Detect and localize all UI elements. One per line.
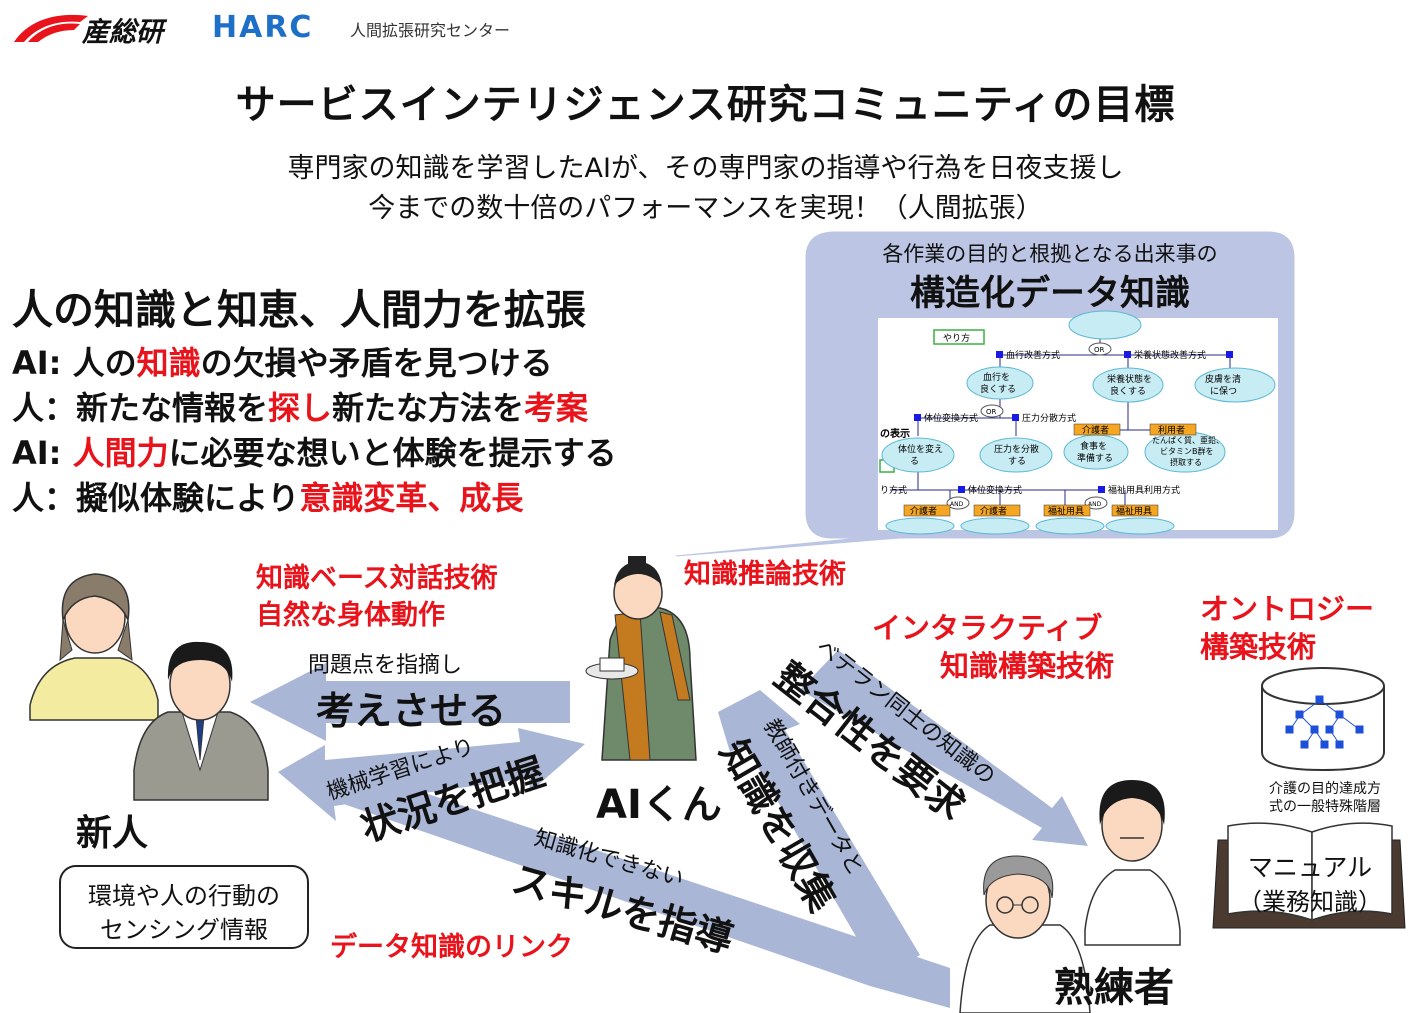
- tree-tag-welfare-2: 福祉用具: [1116, 505, 1152, 517]
- tree-tag-welfare-1: 福祉用具: [1048, 505, 1084, 517]
- tree-tag-caregiver: 介護者: [1082, 424, 1109, 436]
- knowledge-tree: やり方 血行を 良くする 栄養状態を 良くする 皮膚を清 に保つ 体位を変え る…: [878, 310, 1278, 535]
- tree-and-1: AND: [950, 501, 964, 508]
- tech-interactive-2: 知識構築技術: [940, 649, 1115, 683]
- diagram-canvas: やり方 血行を 良くする 栄養状態を 良くする 皮膚を清 に保つ 体位を変え る…: [29, 231, 1406, 1013]
- tree-tag-user: 利用者: [1158, 424, 1185, 436]
- arrow-think-small: 問題点を指摘し: [308, 653, 463, 678]
- tree-node-protein-1: たんぱく質、亜鉛、: [1152, 435, 1224, 445]
- label-expert: 熟練者: [1054, 965, 1174, 1011]
- tree-label-method: やり方: [943, 332, 970, 344]
- ontology-caption-1: 介護の目的達成方: [1269, 781, 1381, 797]
- tree-label-nutrition-method: 栄養状態改善方式: [1134, 349, 1206, 361]
- manual-line-1: マニュアル: [1247, 853, 1373, 882]
- label-newcomer: 新人: [76, 813, 149, 854]
- tech-interactive-1: インタラクティブ: [872, 611, 1103, 645]
- tree-node-nutrition-2: 良くする: [1110, 385, 1146, 397]
- ai-kun-figure: [585, 556, 697, 761]
- tree-node-pressure-2: する: [1008, 456, 1026, 467]
- tree-node-protein-3: 摂取する: [1170, 457, 1202, 467]
- tree-node-skin-1: 皮膚を清: [1205, 373, 1241, 385]
- tree-node-posture-2: る: [910, 456, 919, 467]
- tree-tag-caregiver-2: 介護者: [910, 505, 937, 517]
- manual-line-2: （業務知識）: [1238, 888, 1382, 916]
- tech-data-link: データ知識のリンク: [330, 932, 573, 963]
- newcomer-man-figure: [133, 641, 269, 801]
- bubble-title: 構造化データ知識: [909, 274, 1190, 314]
- bubble-caption: 各作業の目的と根拠となる出来事の: [882, 242, 1218, 266]
- tree-node-posture-1: 体位を変え: [898, 443, 943, 455]
- tree-or-2: OR: [986, 408, 997, 416]
- tree-label-display: の表示: [880, 427, 910, 440]
- tree-node-skin-2: に保つ: [1210, 385, 1237, 397]
- tree-or-1: OR: [1094, 346, 1105, 354]
- tree-node-pressure-1: 圧力を分散: [994, 443, 1039, 455]
- sensing-line-1: 環境や人の行動の: [88, 882, 280, 910]
- tree-node-meal-1: 食事を: [1080, 440, 1107, 452]
- newcomer-woman-figure: [29, 573, 159, 721]
- tree-label-welfare-method: 福祉用具利用方式: [1108, 484, 1180, 496]
- sensing-line-2: センシング情報: [100, 916, 268, 944]
- tree-label-posture-method: 体位変換方式: [924, 412, 978, 424]
- tree-label-posture-method-2: 体位変換方式: [968, 484, 1022, 496]
- tech-ontology-1: オントロジー: [1200, 592, 1375, 626]
- tree-tag-caregiver-3: 介護者: [980, 505, 1007, 517]
- tree-node-blood-1: 血行を: [983, 371, 1010, 383]
- tree-node-nutrition-1: 栄養状態を: [1107, 373, 1152, 385]
- tech-inference: 知識推論技術: [684, 559, 846, 590]
- ontology-database-icon: [1261, 667, 1385, 772]
- tech-motion: 自然な身体動作: [256, 600, 445, 631]
- expert-woman-figure: [1084, 780, 1181, 946]
- tree-node-meal-2: 準備する: [1077, 452, 1113, 464]
- tech-dialog: 知識ベース対話技術: [256, 563, 498, 594]
- tech-ontology-2: 構築技術: [1200, 630, 1317, 664]
- tree-label-pressure-method: 圧力分散方式: [1022, 412, 1076, 424]
- tree-node-protein-2: ビタミンB群を: [1160, 446, 1214, 456]
- label-ai-kun: AIくん: [596, 782, 722, 828]
- tree-node-blood-2: 良くする: [980, 383, 1016, 395]
- tree-label-partial: り方式: [880, 484, 907, 496]
- tree-label-blood-method: 血行改善方式: [1006, 349, 1060, 361]
- ontology-caption-2: 式の一般特殊階層: [1269, 799, 1381, 815]
